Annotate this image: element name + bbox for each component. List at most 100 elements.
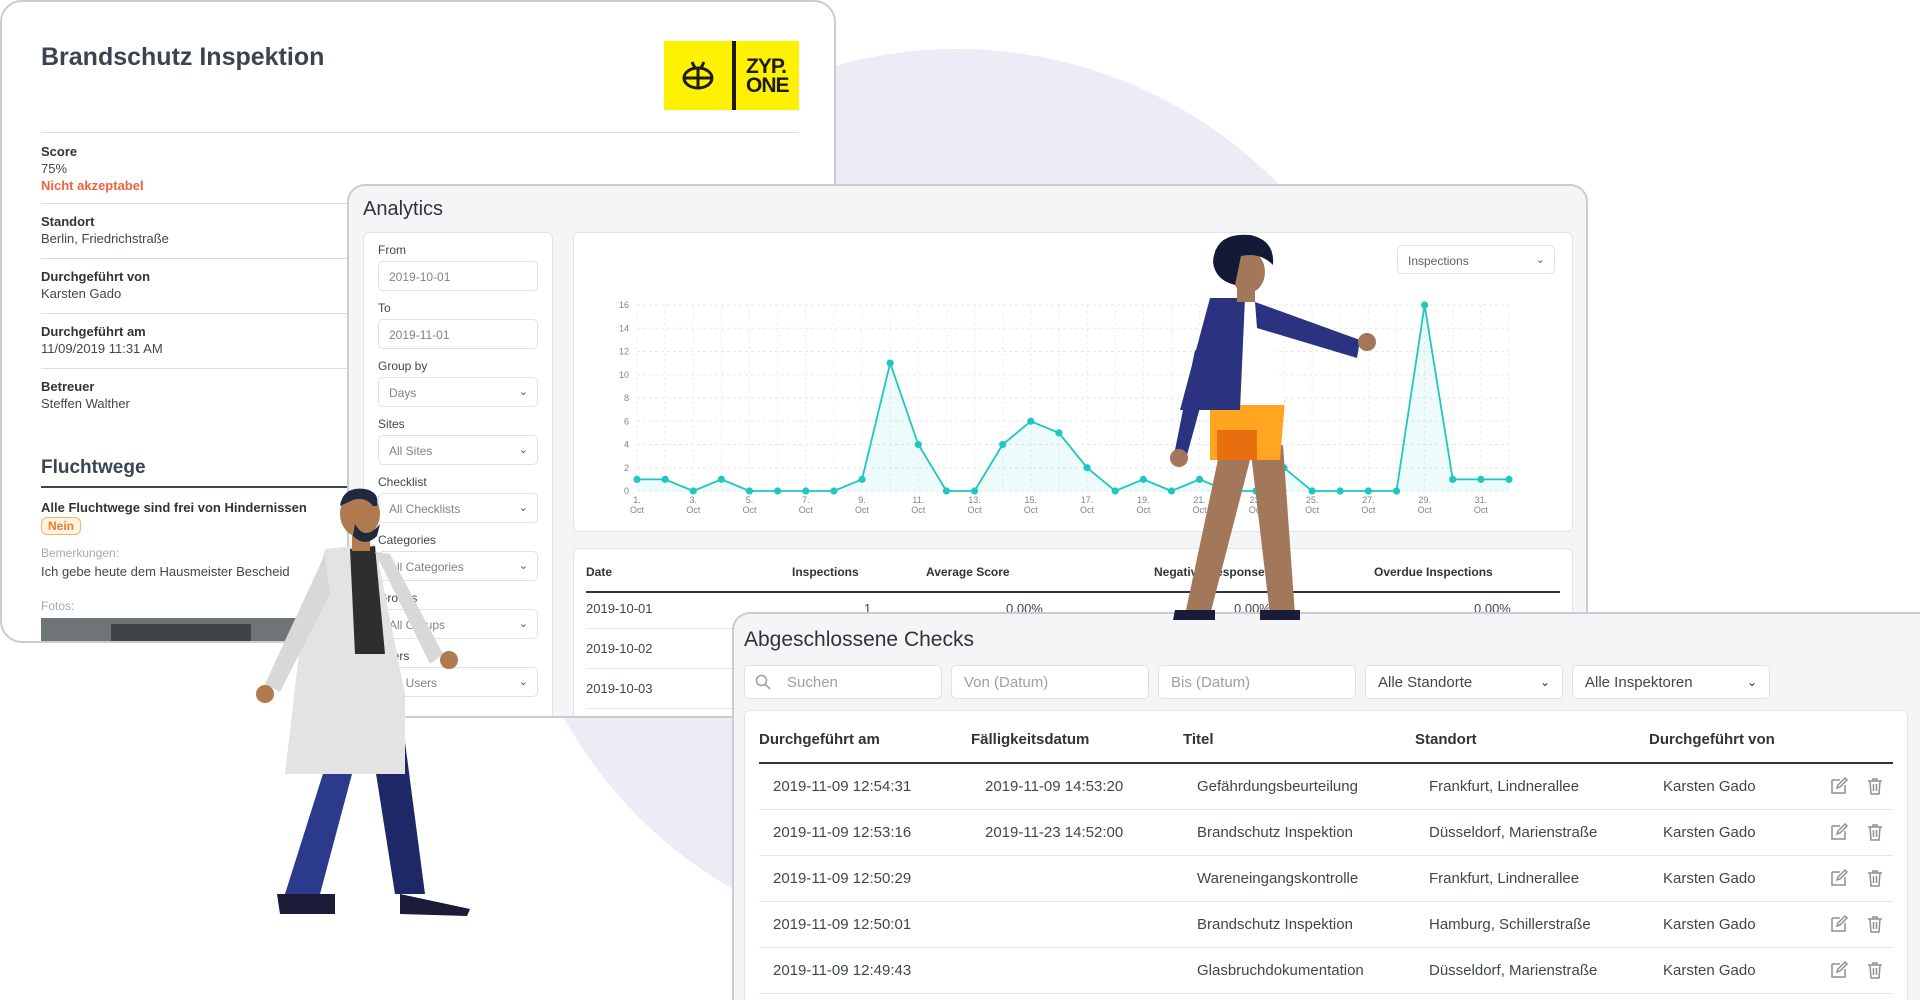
sites-select[interactable]: Alle Standorte ⌄ — [1365, 665, 1563, 699]
data-point — [1027, 417, 1035, 425]
chevron-down-icon: ⌄ — [518, 502, 528, 514]
checks-title: Abgeschlossene Checks — [744, 628, 974, 651]
from-date-input[interactable]: Von (Datum) — [951, 665, 1149, 699]
data-point — [858, 475, 866, 483]
y-tick-label: 10 — [619, 370, 629, 380]
checks-cell-site: Frankfurt, Lindnerallee — [1429, 778, 1580, 795]
edit-icon[interactable] — [1829, 822, 1849, 842]
table-row[interactable]: 2019-11-09 12:53:16 2019-11-23 14:52:00 Br… — [759, 810, 1893, 856]
search-input[interactable]: Suchen — [744, 665, 942, 699]
checks-column-header[interactable]: Durchgeführt am — [759, 731, 880, 748]
x-tick-label: 19. — [1137, 495, 1150, 505]
marketing-stage: Brandschutz Inspektion ZYP. ONE Score 75%… — [0, 0, 1920, 1000]
data-point — [774, 487, 782, 495]
y-tick-label: 8 — [624, 393, 629, 403]
chart-panel: Inspections ⌄ 0 2 4 6 8 10 12 14 16 1. Oct 3. Oct 5. Oc… — [573, 232, 1573, 532]
supervisor-field: Betreuer Steffen Walther — [41, 379, 130, 411]
analytics-column-header[interactable]: Inspections — [792, 565, 859, 579]
y-tick-label: 4 — [624, 440, 629, 450]
metric-select[interactable]: Inspections ⌄ — [1397, 245, 1555, 274]
y-tick-label: 12 — [619, 347, 629, 357]
data-point — [745, 487, 754, 495]
data-point — [1505, 475, 1513, 483]
x-tick-label: 3. — [690, 495, 698, 505]
inspections-line-chart: 02468101214161.Oct3.Oct5.Oct7.Oct9.Oct11… — [619, 300, 1513, 515]
score-status: Nicht akzeptabel — [41, 178, 144, 193]
checks-column-header[interactable]: Fälligkeitsdatum — [971, 731, 1089, 748]
checks-cell-title: Brandschutz Inspektion — [1197, 824, 1353, 841]
data-point — [633, 475, 641, 483]
x-tick-label: Oct — [1080, 505, 1095, 515]
x-tick-label: 13. — [968, 495, 981, 505]
zyp-one-logo: ZYP. ONE — [664, 41, 799, 110]
filter-select[interactable]: All Sites ⌄ — [378, 435, 538, 465]
checks-cell-done: 2019-11-09 12:53:16 — [773, 824, 912, 841]
analytics-title: Analytics — [363, 198, 444, 220]
table-row[interactable]: 2019-11-09 12:54:31 2019-11-09 14:53:20 Ge… — [759, 764, 1893, 810]
data-point — [1421, 301, 1429, 309]
checks-column-header[interactable]: Durchgeführt von — [1649, 731, 1775, 748]
to-date-input[interactable]: Bis (Datum) — [1158, 665, 1356, 699]
checks-cell-by: Karsten Gado — [1663, 824, 1756, 841]
x-tick-label: Oct — [1474, 505, 1489, 515]
trash-icon[interactable] — [1865, 868, 1885, 888]
data-point — [830, 487, 838, 495]
chevron-down-icon: ⌄ — [518, 386, 528, 398]
analytics-column-header[interactable]: Average Score — [926, 565, 1010, 579]
trash-icon[interactable] — [1865, 776, 1885, 796]
x-tick-label: Oct — [968, 505, 983, 515]
checks-cell-title: Wareneingangskontrolle — [1197, 870, 1359, 887]
filter-label: Group by — [378, 359, 428, 373]
edit-icon[interactable] — [1829, 868, 1849, 888]
filter-select[interactable]: Days ⌄ — [378, 377, 538, 407]
data-point — [1139, 475, 1147, 483]
y-tick-label: 0 — [624, 486, 629, 496]
checks-column-header[interactable]: Titel — [1183, 731, 1214, 748]
inspectors-select[interactable]: Alle Inspektoren ⌄ — [1572, 665, 1770, 699]
checks-cell-by: Karsten Gado — [1663, 870, 1756, 887]
remarks-label: Bemerkungen: — [41, 546, 120, 560]
table-row[interactable]: 2019-11-09 12:50:29 Wareneingangskontroll… — [759, 856, 1893, 902]
data-point — [717, 475, 725, 483]
checks-cell-done: 2019-11-09 12:50:01 — [773, 916, 912, 933]
chevron-down-icon: ⌄ — [518, 444, 528, 456]
x-tick-label: Oct — [911, 505, 926, 515]
location-field: Standort Berlin, Friedrichstraße — [41, 214, 169, 246]
checks-column-header[interactable]: Standort — [1415, 731, 1477, 748]
data-point — [970, 487, 979, 495]
data-point — [661, 475, 669, 483]
table-row[interactable]: 2019-11-09 12:50:01 Brandschutz Inspektio… — [759, 902, 1893, 948]
y-tick-label: 6 — [624, 416, 629, 426]
filter-date-input[interactable]: 2019-11-01 — [378, 319, 538, 349]
analytics-cell-date: 2019-10-01 — [586, 601, 653, 616]
analytics-cell-date: 2019-10-02 — [586, 641, 653, 656]
checks-cell-title: Brandschutz Inspektion — [1197, 916, 1353, 933]
trash-icon[interactable] — [1865, 960, 1885, 980]
photos-label: Fotos: — [41, 599, 75, 613]
bee-icon — [664, 41, 732, 110]
performed-at-field: Durchgeführt am 11/09/2019 11:31 AM — [41, 324, 163, 356]
edit-icon[interactable] — [1829, 960, 1849, 980]
x-tick-label: 29. — [1418, 495, 1431, 505]
table-row[interactable]: 2019-11-09 12:49:43 Glasbruchdokumentatio… — [759, 948, 1893, 994]
filter-label: From — [378, 243, 406, 257]
analytics-column-header[interactable]: Date — [586, 565, 612, 579]
trash-icon[interactable] — [1865, 822, 1885, 842]
edit-icon[interactable] — [1829, 914, 1849, 934]
x-tick-label: 31. — [1475, 495, 1488, 505]
chevron-down-icon: ⌄ — [518, 560, 528, 572]
data-point — [999, 440, 1007, 449]
edit-icon[interactable] — [1829, 776, 1849, 796]
x-tick-label: Oct — [686, 505, 701, 515]
checks-cell-site: Düsseldorf, Marienstraße — [1429, 824, 1598, 841]
filter-date-input[interactable]: 2019-10-01 — [378, 261, 538, 291]
x-tick-label: 17. — [1081, 495, 1094, 505]
x-tick-label: Oct — [1024, 505, 1039, 515]
trash-icon[interactable] — [1865, 914, 1885, 934]
man-in-lab-coat-illustration — [256, 488, 470, 916]
data-point — [886, 359, 894, 367]
x-tick-label: Oct — [630, 505, 645, 515]
analytics-cell-date: 2019-10-03 — [586, 681, 653, 696]
woman-pointing-illustration — [1170, 234, 1376, 620]
chevron-down-icon: ⌄ — [1535, 254, 1545, 266]
